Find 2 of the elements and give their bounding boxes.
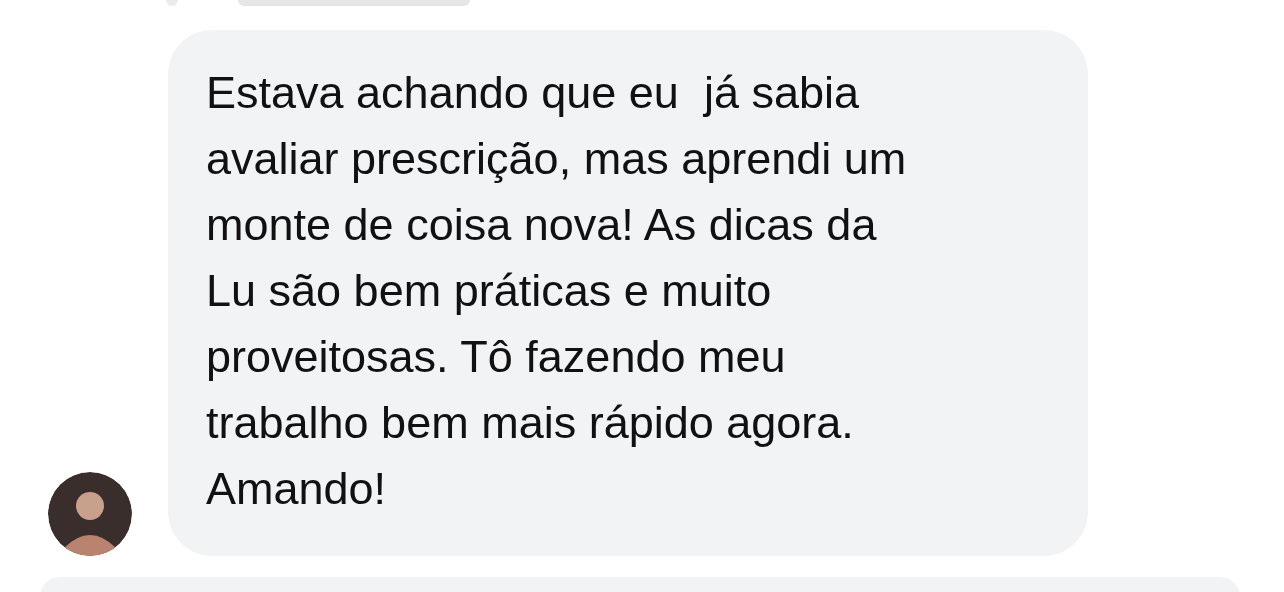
message-bubble: Estava achando que eu já sabia avaliar prescrição, mas aprendi um monte de coisa nova! As dicas da Lu são bem práticas e muito proveitosas. Tô fazendo meu trabalho bem mais rápido agora. Amando!: [168, 30, 1088, 556]
avatar-icon: [48, 472, 132, 556]
